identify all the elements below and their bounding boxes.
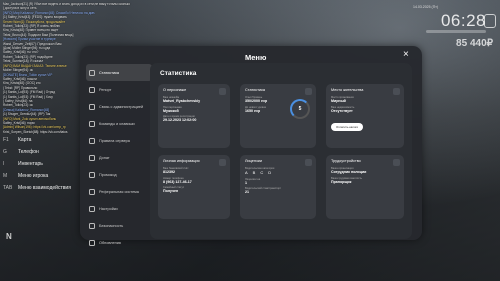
card-licenses: Лицензии Водительские категории A B C D … (240, 155, 316, 219)
sidebar-item-statistics[interactable]: Статистика (86, 64, 152, 81)
hotkey-row: TAB Меню взаимодействия (3, 182, 71, 194)
chart-icon (305, 88, 312, 95)
hotkey-label: Меню взаимодействия (18, 185, 71, 191)
marital-value: Получен (163, 189, 179, 193)
hotkey-row: F1 Карта (3, 134, 71, 146)
sidebar-item-security[interactable]: Безопасность (86, 217, 152, 234)
license-icon (305, 159, 312, 166)
hotkey-key: TAB (3, 185, 13, 191)
card-title: О персонаже (163, 88, 187, 92)
license-category: D (268, 170, 272, 175)
menu-sidebar: Статистика Репорт Связь с администрацией… (86, 64, 152, 251)
chart-icon (89, 69, 95, 76)
person-icon (219, 88, 226, 95)
house-icon (393, 88, 400, 95)
sidebar-item-label: Репорт (99, 87, 112, 92)
nickname-value: Matvei_Ryabchevskiy (163, 99, 201, 103)
hud-date: 14.03.2025 (Пт) (413, 5, 438, 9)
hotkey-key: M (3, 173, 8, 179)
sidebar-item-label: Настройки (99, 206, 118, 211)
sidebar-item-label: Реферальная система (99, 189, 139, 194)
sidebar-item-donate[interactable]: Донат (86, 149, 152, 166)
license-category: A (245, 170, 248, 175)
license-categories: A B C D (245, 170, 311, 175)
hotkey-key: I (3, 161, 5, 167)
fist-icon (484, 14, 496, 28)
sidebar-item-label: Команды и клавиши (99, 121, 135, 126)
rank-value: Прапорщик (331, 179, 352, 184)
sidebar-item-label: Донат (99, 155, 110, 160)
keyboard-icon (89, 120, 95, 127)
license-category: B (252, 170, 256, 175)
hotkey-key: G (3, 149, 7, 155)
card-title: Трудоустройство (331, 159, 361, 163)
hud-clock: 06:28 (440, 11, 486, 30)
users-icon (89, 188, 95, 195)
bank-account-value: 812392 (163, 170, 175, 174)
pay-taxes-button[interactable]: Оплатить налоги (331, 123, 364, 131)
hotkey-label: Меню игрока (18, 173, 49, 179)
ticket-icon (89, 171, 95, 178)
hud-letter: N (6, 232, 12, 241)
hotkey-row: G Телефон (3, 146, 71, 158)
close-icon[interactable]: × (403, 50, 409, 60)
hud-money: 85 440₽ (456, 38, 493, 49)
sidebar-item-label: Промокод (99, 172, 117, 177)
gear-icon (89, 205, 95, 212)
sidebar-item-contact-admin[interactable]: Связь с администрацией (86, 98, 152, 115)
sidebar-item-referral[interactable]: Реферальная система (86, 183, 152, 200)
health-bar (426, 30, 486, 33)
card-personal-info: Личная информация Ваш банковский счёт 81… (158, 155, 230, 219)
license-category: C (260, 170, 264, 175)
hotkey-label: Карта (18, 137, 32, 143)
card-personal: О персонаже Ваш никнейм Matvei_Ryabchevs… (158, 84, 230, 148)
card-title: Личная информация (163, 159, 200, 163)
card-employment: Трудоустройство Ваша организация Сотрудн… (326, 155, 404, 219)
page-title: Статистика (160, 70, 197, 77)
hotkey-label: Телефон (18, 149, 39, 155)
sidebar-item-promocode[interactable]: Промокод (86, 166, 152, 183)
card-title: Статистика (245, 88, 265, 92)
sidebar-item-label: Связь с администрацией (99, 104, 144, 109)
level-ring: 5 (290, 99, 310, 119)
vehicle-license-value: 21 (245, 190, 249, 194)
sidebar-item-settings[interactable]: Настройки (86, 200, 152, 217)
sidebar-item-updates[interactable]: Обновления (86, 234, 152, 251)
hotkey-row: M Меню игрока (3, 170, 71, 182)
card-residence: Место жительства Место проживания Мирный… (326, 84, 404, 148)
other-license-value: 1 (245, 180, 247, 185)
sidebar-item-label: Правила сервера (99, 138, 130, 143)
briefcase-icon (393, 159, 400, 166)
hotkey-list: F1 Карта G Телефон I Инвентарь M Меню игрока… (3, 134, 71, 194)
sidebar-item-label: Обновления (99, 240, 121, 245)
flag-icon (89, 86, 95, 93)
menu-title: Меню (245, 53, 267, 62)
sidebar-item-rules[interactable]: Правила сервера (86, 132, 152, 149)
phone-value: 8 (963) 127-46-17 (163, 179, 192, 184)
coin-icon (89, 154, 95, 161)
refresh-icon (89, 239, 95, 246)
document-icon (89, 137, 95, 144)
hotkey-label: Инвентарь (18, 161, 43, 167)
sidebar-item-label: Статистика (99, 70, 119, 75)
organization-value: Сотрудник полиции (331, 170, 367, 174)
id-card-icon (219, 159, 226, 166)
registration-value: 29.12.2023 12:02:00 (163, 118, 197, 122)
gender-value: Мужской (163, 108, 179, 113)
card-title: Место жительства (331, 88, 364, 92)
message-icon (89, 103, 95, 110)
hotkey-key: F1 (3, 137, 9, 143)
residence-value: Мирный (331, 99, 346, 103)
card-title: Лицензии (245, 159, 262, 163)
sidebar-item-label: Безопасность (99, 223, 124, 228)
sidebar-item-report[interactable]: Репорт (86, 81, 152, 98)
sidebar-item-commands[interactable]: Команды и клавиши (86, 115, 152, 132)
shield-icon (89, 222, 95, 229)
hotkey-row: I Инвентарь (3, 158, 71, 170)
property-value: Отсутствует (331, 108, 353, 113)
